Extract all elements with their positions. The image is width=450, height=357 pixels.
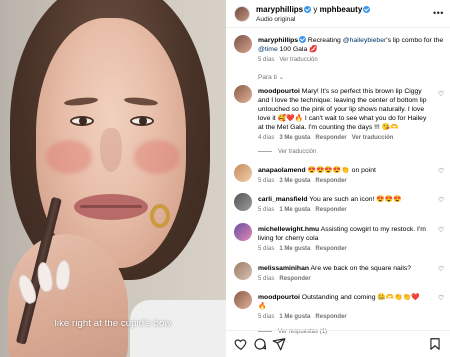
heart-icon[interactable]: ♡: [438, 266, 444, 273]
post-authors: maryphillips y mphbeauty: [256, 5, 371, 14]
comment-meta: 5 días 3 Me gusta Responder: [258, 177, 428, 186]
caption-text-part: 100 Gala 💋: [277, 46, 318, 53]
comment-text: You are such an icon! 😍😍😍: [309, 196, 402, 203]
comment-time: 5 días: [258, 276, 275, 282]
comment-avatar[interactable]: [234, 85, 252, 103]
comment-body: moodpourtoi Mary! It's so perfect this b…: [258, 87, 428, 157]
video-lips-line: [80, 205, 142, 208]
comment-body: melissaminihan Are we back on the square…: [258, 264, 428, 284]
comment-username[interactable]: moodpourtoi: [258, 294, 300, 301]
comment-username[interactable]: melissaminihan: [258, 265, 309, 272]
author-username[interactable]: maryphillips: [256, 5, 303, 14]
comment-meta: 4 días 3 Me gusta Responder Ver traducci…: [258, 134, 428, 143]
comment-avatar[interactable]: [234, 291, 252, 309]
comment-likes[interactable]: 1 Me gusta: [279, 246, 310, 252]
heart-icon[interactable]: ♡: [438, 295, 444, 302]
comment-time: 5 días: [258, 246, 275, 252]
comment-username[interactable]: carli_mansfield: [258, 196, 308, 203]
comment-time: 5 días: [258, 314, 275, 320]
reply-button[interactable]: Responder: [279, 276, 310, 282]
comment-time: 5 días: [258, 207, 275, 213]
mention-link[interactable]: @haileybieber: [343, 37, 387, 44]
comment-avatar[interactable]: [234, 223, 252, 241]
caption-meta: 5 días Ver traducción: [258, 57, 318, 63]
sort-label: Para ti: [258, 74, 277, 81]
comment-likes[interactable]: 3 Me gusta: [279, 135, 310, 141]
video-earring: [150, 204, 170, 228]
comment-meta: 5 días Responder: [258, 275, 428, 284]
post-actions: [226, 331, 450, 357]
comment-body: michellewight.hmu Assisting cowgirl to m…: [258, 225, 428, 254]
reply-button[interactable]: Responder: [315, 246, 346, 252]
replies-link[interactable]: Ver traducción: [278, 149, 316, 155]
reply-button[interactable]: Responder: [315, 207, 346, 213]
heart-icon[interactable]: [234, 337, 248, 351]
comment-time: 4 días: [258, 135, 275, 141]
comment-body: anapaolamend 😍😍😍😍👏 on point 5 días 3 Me …: [258, 166, 428, 186]
video-pupil: [79, 117, 87, 125]
comment-text: 😍😍😍😍👏 on point: [307, 167, 376, 174]
bookmark-icon[interactable]: [428, 337, 442, 351]
replies-toggle[interactable]: Ver traducción: [258, 148, 428, 157]
heart-icon[interactable]: ♡: [438, 91, 444, 98]
heart-icon[interactable]: ♡: [438, 168, 444, 175]
comment-sort[interactable]: Para ti ⌄: [258, 73, 284, 81]
verified-icon: [304, 6, 312, 13]
caption-text-part: 's lip combo for the: [386, 37, 444, 44]
comment-username[interactable]: moodpourtoi: [258, 88, 300, 95]
reply-button[interactable]: Responder: [315, 178, 346, 184]
translate-link[interactable]: Ver traducción: [352, 135, 394, 141]
divider-line: [258, 150, 272, 152]
caption-text: maryphillips Recreating @haileybieber's …: [258, 36, 444, 54]
comment-body: carli_mansfield You are such an icon! 😍😍…: [258, 195, 428, 215]
comment-time: 5 días: [258, 178, 275, 184]
translate-link[interactable]: Ver traducción: [279, 57, 317, 63]
reply-button[interactable]: Responder: [315, 135, 346, 141]
caption-time[interactable]: 5 días: [258, 57, 274, 63]
caption-text-part: Recreating: [306, 37, 343, 44]
comment-icon[interactable]: [253, 337, 267, 351]
video-cheek: [134, 140, 180, 174]
caption-avatar[interactable]: [234, 35, 252, 53]
comment-likes[interactable]: 1 Me gusta: [279, 314, 310, 320]
post-panel: maryphillips y mphbeauty Audio original …: [226, 0, 450, 357]
comment-avatar[interactable]: [234, 164, 252, 182]
coauthor-username[interactable]: mphbeauty: [320, 5, 363, 14]
post-header: maryphillips y mphbeauty Audio original …: [226, 0, 450, 28]
comment-avatar[interactable]: [234, 193, 252, 211]
chevron-down-icon: ⌄: [278, 74, 285, 81]
video-caption: like right at the cupid's bow: [54, 318, 172, 329]
reply-button[interactable]: Responder: [315, 314, 346, 320]
video-nose: [100, 128, 122, 172]
comment-username[interactable]: anapaolamend: [258, 167, 306, 174]
caption-username[interactable]: maryphillips: [258, 37, 298, 44]
comment-username[interactable]: michellewight.hmu: [258, 226, 319, 233]
authors-conjunction: y: [313, 5, 318, 14]
comment-meta: 5 días 1 Me gusta Responder: [258, 245, 428, 254]
more-icon[interactable]: •••: [433, 9, 444, 18]
comment-meta: 5 días 1 Me gusta Responder: [258, 206, 428, 215]
author-avatar[interactable]: [234, 6, 250, 22]
verified-icon: [299, 36, 307, 43]
comment-meta: 5 días 1 Me gusta Responder: [258, 313, 428, 322]
tag-link[interactable]: @time: [258, 46, 278, 53]
heart-icon[interactable]: ♡: [438, 227, 444, 234]
video-player[interactable]: like right at the cupid's bow: [0, 0, 226, 357]
audio-label[interactable]: Audio original: [256, 16, 295, 23]
video-pupil: [139, 117, 147, 125]
comment-likes[interactable]: 3 Me gusta: [279, 178, 310, 184]
heart-icon[interactable]: ♡: [438, 197, 444, 204]
verified-icon: [363, 6, 371, 13]
share-icon[interactable]: [272, 337, 286, 351]
comment-likes[interactable]: 1 Me gusta: [279, 207, 310, 213]
comment-text: Are we back on the square nails?: [310, 265, 412, 272]
video-cheek: [46, 140, 92, 174]
comment-avatar[interactable]: [234, 262, 252, 280]
